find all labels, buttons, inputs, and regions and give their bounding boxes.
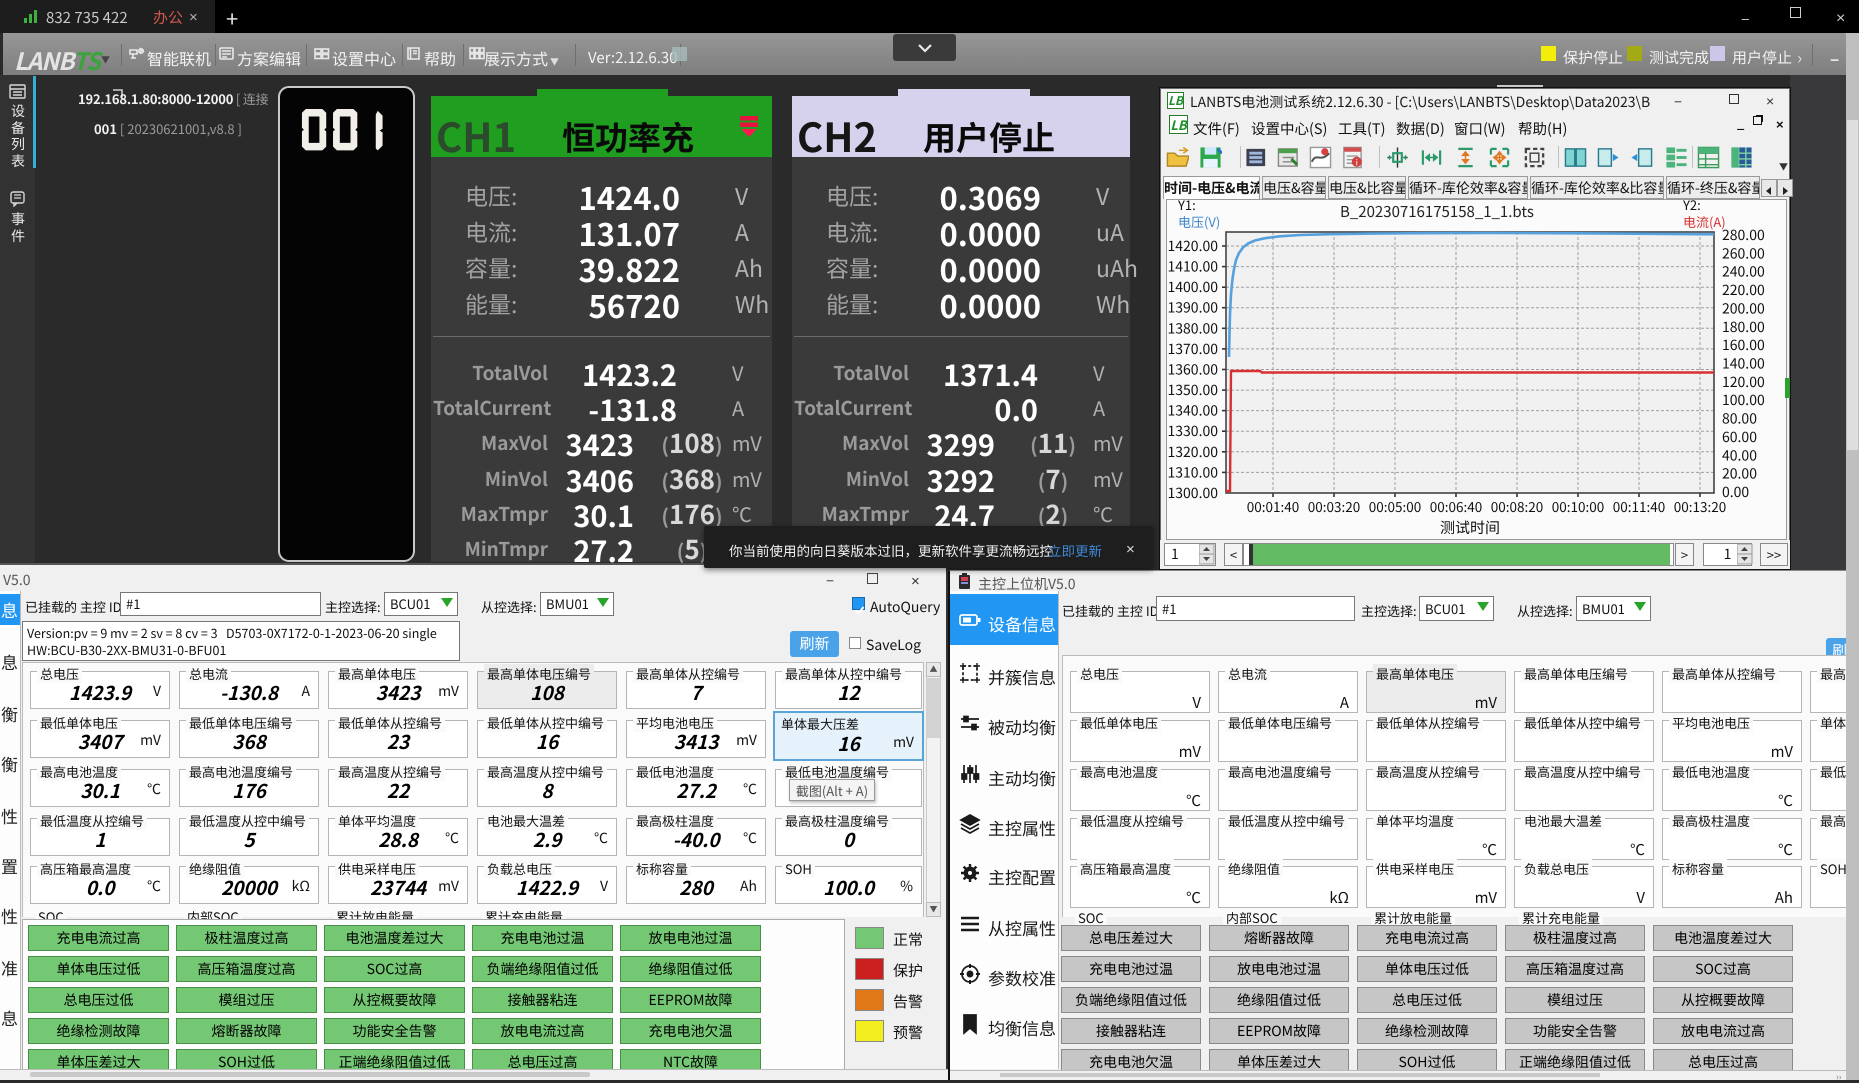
svg-text:00:05:00: 00:05:00 xyxy=(1369,496,1421,516)
svg-text:电流(A): 电流(A) xyxy=(1683,212,1726,231)
svg-text:100.00: 100.00 xyxy=(1722,390,1765,410)
svg-text:160.00: 160.00 xyxy=(1722,335,1765,355)
svg-text:1340.00: 1340.00 xyxy=(1167,401,1218,421)
svg-text:1300.00: 1300.00 xyxy=(1167,483,1218,503)
svg-text:240.00: 240.00 xyxy=(1722,262,1765,282)
svg-text:i: i xyxy=(1356,156,1358,168)
svg-text:20.00: 20.00 xyxy=(1722,464,1757,484)
svg-text:1330.00: 1330.00 xyxy=(1167,421,1218,441)
svg-text:1310.00: 1310.00 xyxy=(1167,462,1218,482)
svg-text:60.00: 60.00 xyxy=(1722,427,1757,447)
svg-text:120.00: 120.00 xyxy=(1722,372,1765,392)
svg-text:00:03:20: 00:03:20 xyxy=(1308,496,1360,516)
svg-text:80.00: 80.00 xyxy=(1722,409,1757,429)
svg-text:1420.00: 1420.00 xyxy=(1167,236,1218,256)
svg-text:00:13:20: 00:13:20 xyxy=(1674,496,1726,516)
svg-text:1400.00: 1400.00 xyxy=(1167,277,1218,297)
svg-text:B_20230716175158_1_1.bts: B_20230716175158_1_1.bts xyxy=(1340,201,1534,222)
svg-text:电压(V): 电压(V) xyxy=(1178,212,1220,231)
svg-text:1410.00: 1410.00 xyxy=(1167,257,1218,277)
svg-text:00:08:20: 00:08:20 xyxy=(1491,496,1543,516)
svg-text:260.00: 260.00 xyxy=(1722,243,1765,263)
svg-text:00:01:40: 00:01:40 xyxy=(1247,496,1299,516)
svg-text:1380.00: 1380.00 xyxy=(1167,318,1218,338)
svg-text:180.00: 180.00 xyxy=(1722,317,1765,337)
svg-text:40.00: 40.00 xyxy=(1722,445,1757,465)
svg-text:1390.00: 1390.00 xyxy=(1167,298,1218,318)
svg-text:280.00: 280.00 xyxy=(1722,225,1765,245)
svg-text:1360.00: 1360.00 xyxy=(1167,360,1218,380)
svg-text:1350.00: 1350.00 xyxy=(1167,380,1218,400)
svg-text:1370.00: 1370.00 xyxy=(1167,339,1218,359)
svg-text:测试时间: 测试时间 xyxy=(1440,517,1500,538)
svg-text:200.00: 200.00 xyxy=(1722,298,1765,318)
svg-text:00:11:40: 00:11:40 xyxy=(1613,496,1665,516)
svg-text:1320.00: 1320.00 xyxy=(1167,442,1218,462)
svg-text:00:06:40: 00:06:40 xyxy=(1430,496,1482,516)
svg-text:00:10:00: 00:10:00 xyxy=(1552,496,1604,516)
svg-text:220.00: 220.00 xyxy=(1722,280,1765,300)
svg-text:140.00: 140.00 xyxy=(1722,354,1765,374)
